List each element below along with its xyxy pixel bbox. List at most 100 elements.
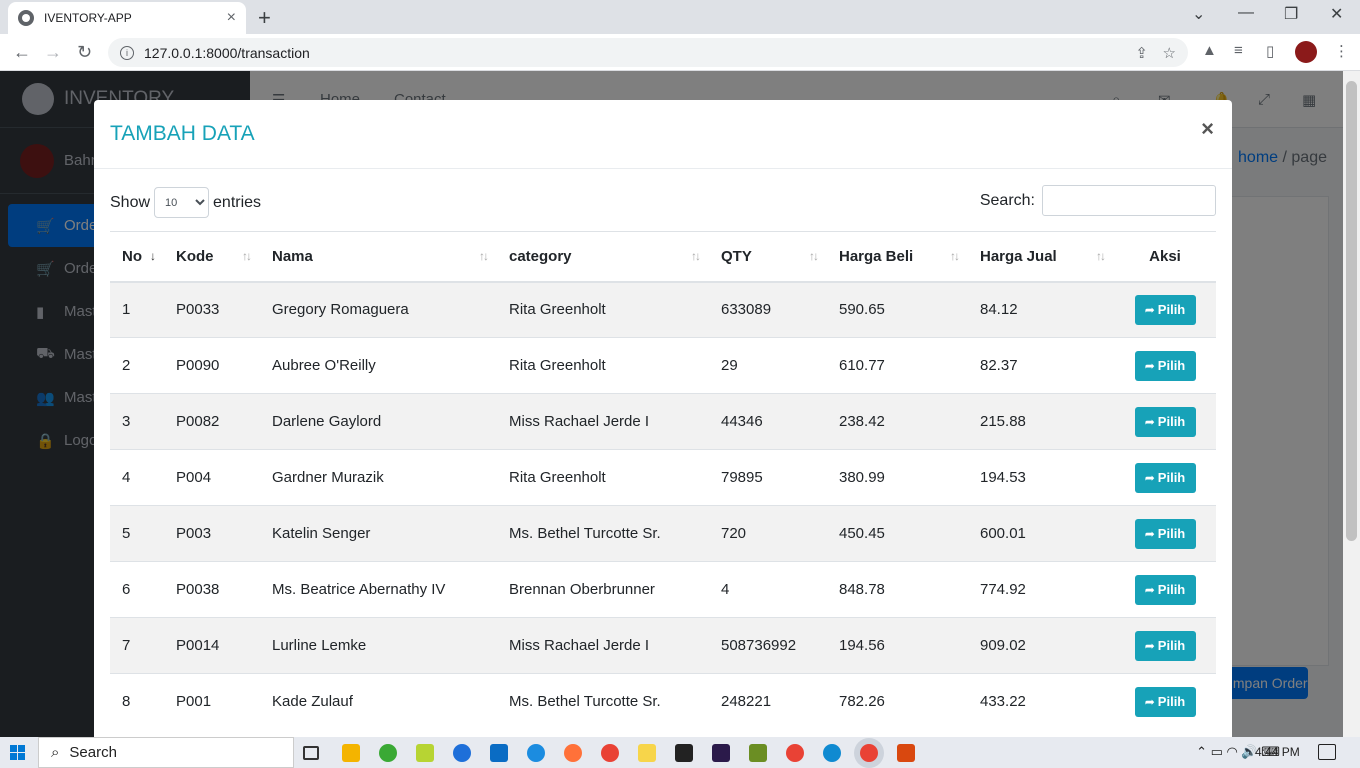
file-explorer-icon[interactable] [342,744,360,762]
cell-harga-beli: 590.65 [827,281,968,338]
windows-start-icon[interactable] [10,745,25,760]
browser-tab[interactable]: IVENTORY-APP × [8,2,246,34]
tab-title: IVENTORY-APP [44,11,132,25]
back-icon[interactable]: ← [13,42,31,63]
forward-icon[interactable]: → [44,42,62,63]
cell-harga-jual: 909.02 [968,617,1114,674]
column-header-kode[interactable]: Kode ↑↓ [164,231,260,283]
cell-harga-beli: 610.77 [827,337,968,394]
tab-close-icon[interactable]: × [227,9,236,27]
phpstorm-icon[interactable] [712,744,730,762]
cell-category: Ms. Bethel Turcotte Sr. [497,673,709,730]
entries-select[interactable]: 10 [154,187,210,218]
share-arrow-icon: ➦ [1144,694,1155,709]
search-input[interactable] [1042,185,1216,216]
pilih-button[interactable]: ➦ Pilih [1134,294,1196,325]
pilih-button[interactable]: ➦ Pilih [1134,574,1196,605]
chrome-icon[interactable] [601,744,619,762]
cell-harga-jual: 215.88 [968,393,1114,450]
share-icon[interactable]: ⇪ [1135,44,1148,62]
edge-icon[interactable] [823,744,841,762]
browser-tab-bar: IVENTORY-APP × + ⌄ — ❐ ✕ [0,0,1360,34]
firefox-dev-icon[interactable] [527,744,545,762]
share-arrow-icon: ➦ [1144,414,1155,429]
notification-center-icon[interactable] [1318,744,1336,760]
column-header-nama[interactable]: Nama ↑↓ [260,231,497,283]
table-row: 2 P0090 Aubree O'Reilly Rita Greenholt 29 610… [110,337,1216,394]
task-view-icon[interactable] [303,746,319,760]
sort-icon: ↑↓ [242,249,252,263]
cell-harga-jual: 600.01 [968,505,1114,562]
pilih-button[interactable]: ➦ Pilih [1134,350,1196,381]
lambda-app-icon[interactable] [416,744,434,762]
column-header-harga-jual[interactable]: Harga Jual ↑↓ [968,231,1114,283]
cell-qty: 29 [709,337,827,394]
pilih-button[interactable]: ➦ Pilih [1134,630,1196,661]
notepad-icon[interactable] [638,744,656,762]
url-field[interactable]: i 127.0.0.1:8000/transaction ⇪ ☆ [108,38,1188,67]
restore-icon[interactable]: ❐ [1284,4,1298,24]
modal-title: TAMBAH DATA [110,122,255,145]
window-close-icon[interactable]: ✕ [1330,4,1343,24]
sublime-icon[interactable] [897,744,915,762]
cell-nama: Lurline Lemke [260,617,497,674]
cell-qty: 248221 [709,673,827,730]
vscode-icon[interactable] [490,744,508,762]
search-label: Search: [979,191,1035,209]
profile-avatar[interactable] [1295,41,1317,63]
browser-menu-icon[interactable]: ⋮ [1334,42,1349,60]
modal-header: TAMBAH DATA × [94,100,1232,169]
table-row: 8 P001 Kade Zulauf Ms. Bethel Turcotte Sr. 2… [110,673,1216,730]
firefox-icon[interactable] [564,744,582,762]
reload-icon[interactable]: ↻ [77,42,92,63]
address-bar: ← → ↻ i 127.0.0.1:8000/transaction ⇪ ☆ [0,34,1360,71]
cell-nama: Katelin Senger [260,505,497,562]
taskbar-search-placeholder: Search [69,744,117,761]
site-info-icon[interactable]: i [120,45,134,60]
pilih-button[interactable]: ➦ Pilih [1134,462,1196,493]
cell-harga-beli: 450.45 [827,505,968,562]
sort-icon: ↑↓ [809,249,819,263]
share-arrow-icon: ➦ [1144,358,1155,373]
cell-category: Brennan Oberbrunner [497,561,709,618]
minimize-icon[interactable]: — [1238,4,1254,22]
reading-list-icon[interactable]: ≡ [1234,42,1243,59]
cell-kode: P0082 [164,393,260,450]
column-header-aksi: Aksi [1114,231,1216,283]
laravel-app-icon[interactable] [379,744,397,762]
cell-no: 8 [110,673,164,730]
pilih-button[interactable]: ➦ Pilih [1134,518,1196,549]
tab-search-icon[interactable]: ⌄ [1192,4,1205,24]
git-icon[interactable] [749,744,767,762]
column-header-no[interactable]: No ↓ [110,231,164,283]
bookmark-star-icon[interactable]: ☆ [1163,44,1176,62]
column-header-harga-beli[interactable]: Harga Beli ↑↓ [827,231,968,283]
taskbar-search[interactable]: ⌕ Search [38,737,294,768]
extension-icon[interactable]: ▲ [1202,42,1217,59]
modal-close-button[interactable]: × [1201,116,1214,142]
cell-no: 5 [110,505,164,562]
chrome-profile-icon[interactable] [786,744,804,762]
cell-qty: 720 [709,505,827,562]
cell-harga-jual: 82.37 [968,337,1114,394]
cell-nama: Kade Zulauf [260,673,497,730]
clock[interactable]: 4:44 PM [1255,745,1300,759]
page-scrollbar[interactable] [1343,71,1360,737]
terminal-icon[interactable] [675,744,693,762]
cell-nama: Darlene Gaylord [260,393,497,450]
table-row: 4 P004 Gardner Murazik Rita Greenholt 79895 3… [110,449,1216,506]
datatable-controls: Show 10 entries Search: [94,169,1232,231]
chrome-active-icon[interactable] [860,744,878,762]
side-panel-icon[interactable]: ▯ [1266,42,1274,60]
new-tab-button[interactable]: + [258,5,271,31]
app-icon[interactable] [453,744,471,762]
pilih-button[interactable]: ➦ Pilih [1134,686,1196,717]
cell-no: 4 [110,449,164,506]
column-header-qty[interactable]: QTY ↑↓ [709,231,827,283]
sort-desc-icon: ↓ [150,249,156,263]
table-row: 1 P0033 Gregory Romaguera Rita Greenholt 633… [110,281,1216,338]
pilih-button[interactable]: ➦ Pilih [1134,406,1196,437]
cell-kode: P0090 [164,337,260,394]
column-header-category[interactable]: category ↑↓ [497,231,709,283]
scrollbar-thumb[interactable] [1346,81,1357,541]
